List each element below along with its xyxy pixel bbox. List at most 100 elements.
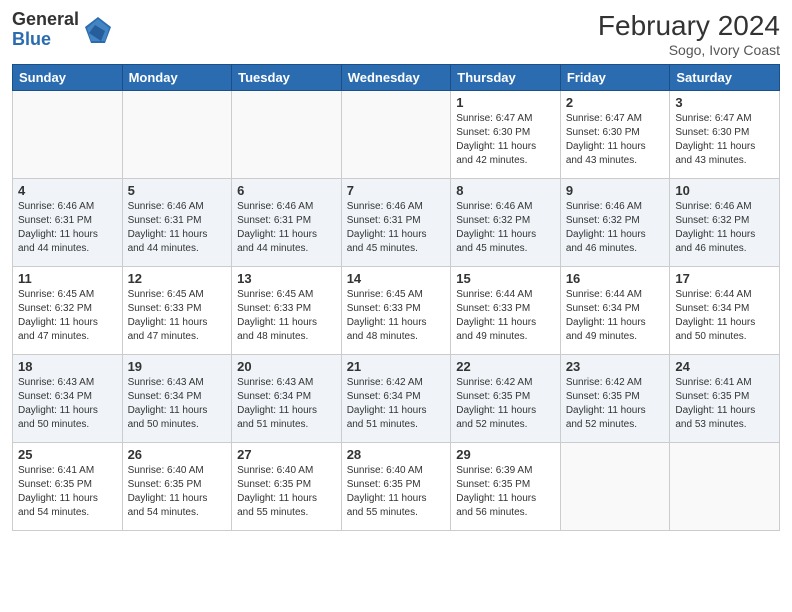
day-info: Sunrise: 6:46 AM Sunset: 6:32 PM Dayligh… <box>456 200 555 256</box>
month-title: February 2024 <box>598 10 780 42</box>
calendar-header-friday: Friday <box>560 65 670 91</box>
calendar-cell: 26 Sunrise: 6:40 AM Sunset: 6:35 PM Dayli… <box>122 443 232 531</box>
day-number: 3 <box>675 95 774 110</box>
calendar-cell: 20Sunrise: 6:43 AM Sunset: 6:34 PM Dayli… <box>232 355 342 443</box>
calendar-cell: 9Sunrise: 6:46 AM Sunset: 6:32 PM Daylig… <box>560 179 670 267</box>
day-info: Sunrise: 6:44 AM Sunset: 6:34 PM Dayligh… <box>566 288 665 344</box>
page-container: General Blue February 2024 Sogo, Ivory C… <box>0 0 792 612</box>
calendar-cell: 17 Sunrise: 6:44 AM Sunset: 6:34 PM Dayli… <box>670 267 780 355</box>
calendar-week-row: 4 Sunrise: 6:46 AM Sunset: 6:31 PM Daylig… <box>13 179 780 267</box>
calendar-cell: 3 Sunrise: 6:47 AM Sunset: 6:30 PM Daylig… <box>670 91 780 179</box>
calendar-header-saturday: Saturday <box>670 65 780 91</box>
day-info: Sunrise: 6:42 AM Sunset: 6:35 PM Dayligh… <box>566 376 665 432</box>
calendar-cell: 23 Sunrise: 6:42 AM Sunset: 6:35 PM Dayli… <box>560 355 670 443</box>
calendar-cell: 2Sunrise: 6:47 AM Sunset: 6:30 PM Daylig… <box>560 91 670 179</box>
logo-icon <box>83 15 113 45</box>
day-info: Sunrise: 6:43 AM Sunset: 6:34 PM Dayligh… <box>18 376 117 432</box>
calendar-cell: 25 Sunrise: 6:41 AM Sunset: 6:35 PM Dayli… <box>13 443 123 531</box>
location-subtitle: Sogo, Ivory Coast <box>598 42 780 58</box>
day-number: 26 <box>128 447 227 462</box>
calendar-cell: 10 Sunrise: 6:46 AM Sunset: 6:32 PM Dayli… <box>670 179 780 267</box>
calendar-header-sunday: Sunday <box>13 65 123 91</box>
day-number: 22 <box>456 359 555 374</box>
day-info: Sunrise: 6:46 AM Sunset: 6:31 PM Dayligh… <box>18 200 117 256</box>
day-info: Sunrise: 6:44 AM Sunset: 6:34 PM Dayligh… <box>675 288 774 344</box>
day-number: 28 <box>347 447 446 462</box>
calendar-header-row: SundayMondayTuesdayWednesdayThursdayFrid… <box>13 65 780 91</box>
header: General Blue February 2024 Sogo, Ivory C… <box>12 10 780 58</box>
day-info: Sunrise: 6:40 AM Sunset: 6:35 PM Dayligh… <box>347 464 446 520</box>
day-number: 8 <box>456 183 555 198</box>
day-info: Sunrise: 6:46 AM Sunset: 6:32 PM Dayligh… <box>675 200 774 256</box>
day-info: Sunrise: 6:41 AM Sunset: 6:35 PM Dayligh… <box>18 464 117 520</box>
calendar-header-thursday: Thursday <box>451 65 561 91</box>
day-number: 18 <box>18 359 117 374</box>
day-info: Sunrise: 6:45 AM Sunset: 6:33 PM Dayligh… <box>128 288 227 344</box>
calendar-header-tuesday: Tuesday <box>232 65 342 91</box>
calendar-header-wednesday: Wednesday <box>341 65 451 91</box>
day-number: 12 <box>128 271 227 286</box>
calendar-cell: 22 Sunrise: 6:42 AM Sunset: 6:35 PM Dayli… <box>451 355 561 443</box>
day-number: 9 <box>566 183 665 198</box>
calendar-cell: 8 Sunrise: 6:46 AM Sunset: 6:32 PM Daylig… <box>451 179 561 267</box>
calendar-cell: 11 Sunrise: 6:45 AM Sunset: 6:32 PM Dayli… <box>13 267 123 355</box>
logo: General Blue <box>12 10 113 50</box>
calendar-cell: 14Sunrise: 6:45 AM Sunset: 6:33 PM Dayli… <box>341 267 451 355</box>
day-info: Sunrise: 6:47 AM Sunset: 6:30 PM Dayligh… <box>675 112 774 168</box>
day-info: Sunrise: 6:46 AM Sunset: 6:31 PM Dayligh… <box>128 200 227 256</box>
calendar-cell: 4 Sunrise: 6:46 AM Sunset: 6:31 PM Daylig… <box>13 179 123 267</box>
day-info: Sunrise: 6:41 AM Sunset: 6:35 PM Dayligh… <box>675 376 774 432</box>
day-number: 19 <box>128 359 227 374</box>
day-info: Sunrise: 6:44 AM Sunset: 6:33 PM Dayligh… <box>456 288 555 344</box>
logo-blue: Blue <box>12 30 79 50</box>
calendar-cell <box>341 91 451 179</box>
day-number: 7 <box>347 183 446 198</box>
day-number: 11 <box>18 271 117 286</box>
day-number: 4 <box>18 183 117 198</box>
day-info: Sunrise: 6:40 AM Sunset: 6:35 PM Dayligh… <box>128 464 227 520</box>
day-info: Sunrise: 6:40 AM Sunset: 6:35 PM Dayligh… <box>237 464 336 520</box>
calendar-cell: 29Sunrise: 6:39 AM Sunset: 6:35 PM Dayli… <box>451 443 561 531</box>
day-number: 5 <box>128 183 227 198</box>
day-info: Sunrise: 6:47 AM Sunset: 6:30 PM Dayligh… <box>456 112 555 168</box>
calendar-cell <box>560 443 670 531</box>
day-info: Sunrise: 6:45 AM Sunset: 6:33 PM Dayligh… <box>237 288 336 344</box>
calendar-week-row: 25 Sunrise: 6:41 AM Sunset: 6:35 PM Dayli… <box>13 443 780 531</box>
calendar-cell: 21Sunrise: 6:42 AM Sunset: 6:34 PM Dayli… <box>341 355 451 443</box>
calendar-table: SundayMondayTuesdayWednesdayThursdayFrid… <box>12 64 780 531</box>
calendar-cell: 24Sunrise: 6:41 AM Sunset: 6:35 PM Dayli… <box>670 355 780 443</box>
day-number: 1 <box>456 95 555 110</box>
day-info: Sunrise: 6:46 AM Sunset: 6:31 PM Dayligh… <box>237 200 336 256</box>
calendar-cell: 1 Sunrise: 6:47 AM Sunset: 6:30 PM Daylig… <box>451 91 561 179</box>
day-number: 6 <box>237 183 336 198</box>
calendar-cell: 7 Sunrise: 6:46 AM Sunset: 6:31 PM Daylig… <box>341 179 451 267</box>
calendar-cell: 18 Sunrise: 6:43 AM Sunset: 6:34 PM Dayli… <box>13 355 123 443</box>
calendar-cell <box>13 91 123 179</box>
day-number: 27 <box>237 447 336 462</box>
day-info: Sunrise: 6:42 AM Sunset: 6:34 PM Dayligh… <box>347 376 446 432</box>
calendar-week-row: 1 Sunrise: 6:47 AM Sunset: 6:30 PM Daylig… <box>13 91 780 179</box>
day-number: 10 <box>675 183 774 198</box>
day-info: Sunrise: 6:42 AM Sunset: 6:35 PM Dayligh… <box>456 376 555 432</box>
day-number: 23 <box>566 359 665 374</box>
day-info: Sunrise: 6:45 AM Sunset: 6:32 PM Dayligh… <box>18 288 117 344</box>
calendar-week-row: 11 Sunrise: 6:45 AM Sunset: 6:32 PM Dayli… <box>13 267 780 355</box>
title-block: February 2024 Sogo, Ivory Coast <box>598 10 780 58</box>
day-info: Sunrise: 6:45 AM Sunset: 6:33 PM Dayligh… <box>347 288 446 344</box>
day-info: Sunrise: 6:46 AM Sunset: 6:31 PM Dayligh… <box>347 200 446 256</box>
day-number: 17 <box>675 271 774 286</box>
day-number: 25 <box>18 447 117 462</box>
calendar-cell: 13 Sunrise: 6:45 AM Sunset: 6:33 PM Dayli… <box>232 267 342 355</box>
calendar-cell: 15Sunrise: 6:44 AM Sunset: 6:33 PM Dayli… <box>451 267 561 355</box>
calendar-cell <box>670 443 780 531</box>
calendar-header-monday: Monday <box>122 65 232 91</box>
day-info: Sunrise: 6:43 AM Sunset: 6:34 PM Dayligh… <box>237 376 336 432</box>
logo-text: General Blue <box>12 10 79 50</box>
calendar-cell <box>122 91 232 179</box>
day-number: 16 <box>566 271 665 286</box>
day-number: 29 <box>456 447 555 462</box>
calendar-cell: 16 Sunrise: 6:44 AM Sunset: 6:34 PM Dayli… <box>560 267 670 355</box>
calendar-week-row: 18 Sunrise: 6:43 AM Sunset: 6:34 PM Dayli… <box>13 355 780 443</box>
logo-general: General <box>12 10 79 30</box>
day-number: 13 <box>237 271 336 286</box>
